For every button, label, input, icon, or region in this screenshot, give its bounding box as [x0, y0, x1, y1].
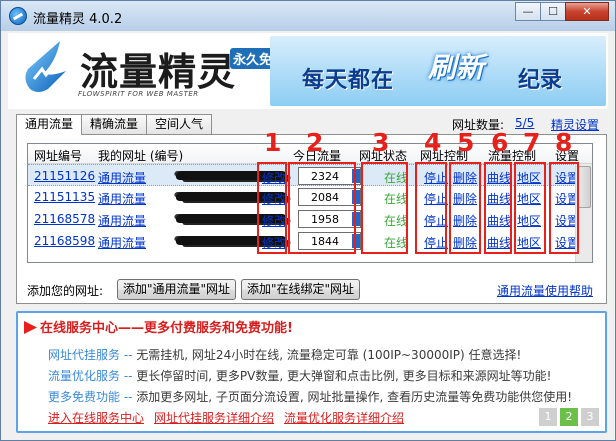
service-line-body: 更长停留时间, 更多PV数量, 更大弹窗和点击比例, 更多目标和来源网址等功能! — [132, 369, 552, 383]
site-name-link[interactable]: 通用流量 — [98, 234, 146, 251]
highlight-box-settings — [549, 162, 579, 254]
highlight-box-traffic — [288, 162, 356, 254]
service-title: 在线服务中心——更多付费服务和免费功能! — [24, 317, 293, 336]
highlight-box-region — [514, 162, 546, 254]
logo-icon — [25, 41, 66, 92]
pager: 1 2 3 — [536, 408, 599, 426]
arrow-icon — [24, 321, 37, 334]
service-line-body: 添加更多网址, 子页面分流设置, 网址批量操作, 查看历史流量等免费功能供您使用… — [132, 390, 572, 404]
slogan-part2: 刷新 — [428, 51, 485, 84]
tab-precise-traffic[interactable]: 精确流量 — [81, 114, 148, 134]
hosting-service-details-link[interactable]: 网址代挂服务详细介绍 — [154, 409, 274, 426]
window-title: 流量精灵 4.0.2 — [33, 12, 123, 27]
col-site-id[interactable]: 网址编号 — [34, 147, 82, 164]
highlight-box-delete — [449, 162, 481, 254]
service-line: 更多免费功能 -- 添加更多网址, 子页面分流设置, 网址批量操作, 查看历史流… — [48, 388, 572, 405]
service-line: 网址代挂服务 -- 无需挂机, 网址24小时在线, 流量稳定可靠 (100IP~… — [48, 346, 521, 363]
minimize-button[interactable]: — — [515, 2, 541, 21]
annotation-number: 8 — [555, 128, 573, 157]
service-line-head: 更多免费功能 -- — [48, 390, 133, 404]
service-line-head: 流量优化服务 -- — [48, 369, 133, 383]
site-name-link[interactable]: 通用流量 — [98, 169, 146, 186]
annotation-number: 3 — [372, 128, 390, 157]
highlight-box-curve — [484, 162, 512, 254]
enter-service-center-link[interactable]: 进入在线服务中心 — [48, 409, 144, 426]
app-tagline: FLOWSPIRIT FOR WEB MASTER — [78, 90, 199, 98]
tab-space-popularity[interactable]: 空间人气 — [146, 114, 213, 134]
site-id-link[interactable]: 21168578 — [34, 212, 95, 226]
close-button[interactable]: ✕ — [565, 2, 609, 21]
page-button-1[interactable]: 1 — [539, 408, 557, 426]
add-online-binding-button[interactable]: 添加"在线绑定"网址 — [241, 279, 361, 300]
optimization-service-details-link[interactable]: 流量优化服务详细介绍 — [284, 409, 404, 426]
service-line-body: 无需挂机, 网址24小时在线, 流量稳定可靠 (100IP~30000IP) 任… — [132, 348, 522, 362]
service-links: 进入在线服务中心 网址代挂服务详细介绍 流量优化服务详细介绍 — [48, 409, 414, 426]
add-general-traffic-button[interactable]: 添加"通用流量"网址 — [117, 279, 237, 300]
highlight-box-stop — [415, 162, 447, 254]
service-center-panel: 在线服务中心——更多付费服务和免费功能! 网址代挂服务 -- 无需挂机, 网址2… — [16, 311, 607, 433]
service-title-text: 在线服务中心——更多付费服务和免费功能! — [40, 321, 293, 336]
service-line: 流量优化服务 -- 更长停留时间, 更多PV数量, 更大弹窗和点击比例, 更多目… — [48, 367, 551, 384]
site-name-link[interactable]: 通用流量 — [98, 212, 146, 229]
col-my-site[interactable]: 我的网址 (编号) — [98, 147, 183, 164]
title-bar: 流量精灵 4.0.2 — ☐ ✕ — [0, 0, 616, 31]
annotation-number: 7 — [523, 128, 541, 157]
annotation-number: 6 — [491, 128, 509, 157]
site-id-link[interactable]: 21168598 — [34, 234, 95, 248]
tab-strip: 通用流量 精确流量 空间人气 — [16, 114, 213, 135]
annotation-number: 4 — [424, 128, 442, 157]
banner: 流量精灵 FLOWSPIRIT FOR WEB MASTER 永久免费 每天都在… — [8, 33, 608, 109]
highlight-box-edit — [257, 162, 287, 254]
app-name: 流量精灵 — [80, 50, 237, 94]
maximize-button[interactable]: ☐ — [540, 2, 566, 21]
tab-general-traffic[interactable]: 通用流量 — [16, 114, 83, 135]
tab-panel: 网址编号 我的网址 (编号) 今日流量 网址状态 网址控制 流量控制 设置 21… — [16, 134, 607, 304]
slogan-part1: 每天都在 — [302, 68, 395, 93]
highlight-box-status — [361, 162, 408, 254]
slogan-part3: 纪录 — [518, 68, 563, 93]
annotation-number: 5 — [457, 128, 475, 157]
site-id-link[interactable]: 21151135 — [34, 190, 95, 204]
site-id-link[interactable]: 21151126 — [34, 169, 95, 183]
annotation-number: 1 — [264, 128, 282, 157]
site-name-link[interactable]: 通用流量 — [98, 190, 146, 207]
scrollbar-thumb[interactable] — [578, 166, 591, 208]
app-icon — [9, 7, 27, 25]
general-traffic-help-link[interactable]: 通用流量使用帮助 — [497, 282, 593, 299]
annotation-number: 2 — [306, 128, 324, 157]
add-site-label: 添加您的网址: — [27, 284, 104, 298]
window-controls: — ☐ ✕ — [515, 2, 609, 21]
service-line-head: 网址代挂服务 -- — [48, 348, 133, 362]
page-button-3[interactable]: 3 — [581, 408, 599, 426]
page-button-2[interactable]: 2 — [560, 408, 578, 426]
slogan-panel: 每天都在 刷新 纪录 — [270, 36, 606, 106]
